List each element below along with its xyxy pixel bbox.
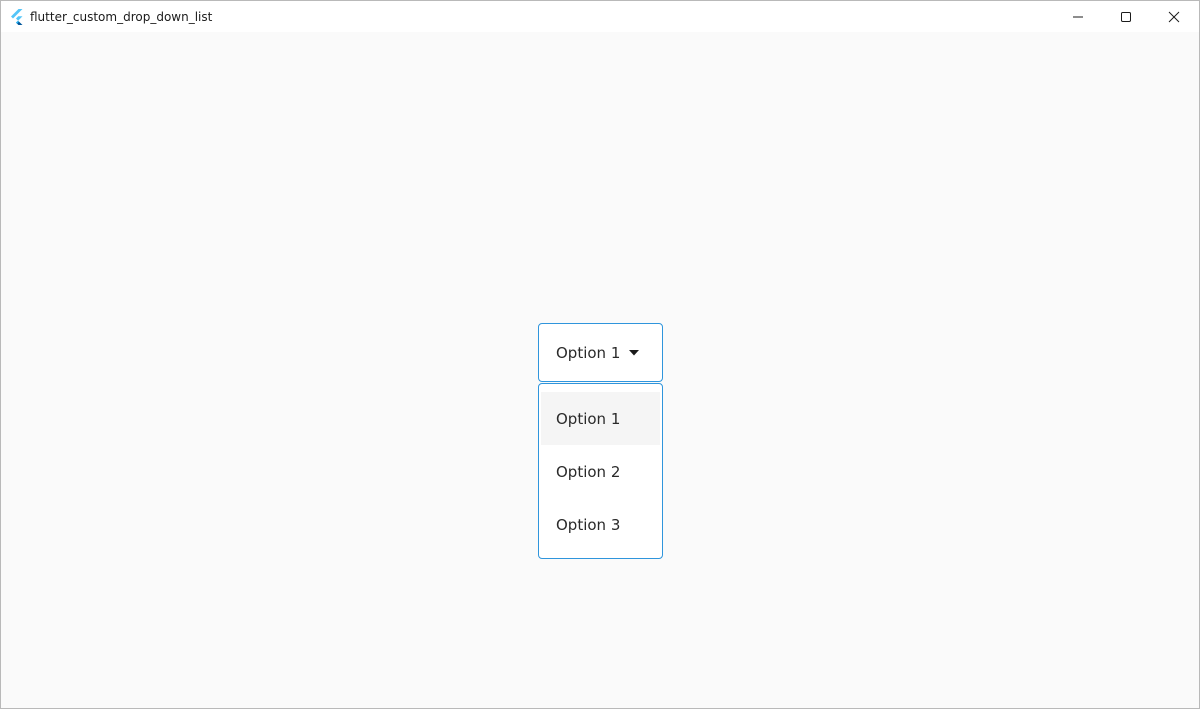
dropdown-option-label: Option 3 — [556, 516, 621, 534]
title-bar[interactable]: flutter_custom_drop_down_list — [1, 1, 1199, 32]
maximize-button[interactable] — [1103, 1, 1149, 32]
dropdown-option-1[interactable]: Option 1 — [541, 392, 660, 445]
dropdown-option-2[interactable]: Option 2 — [541, 445, 660, 498]
app-window: flutter_custom_drop_down_list Option 1 O… — [0, 0, 1200, 709]
dropdown-option-label: Option 2 — [556, 463, 621, 481]
close-icon — [1168, 11, 1180, 22]
flutter-logo-icon — [11, 9, 23, 25]
dropdown-option-label: Option 1 — [556, 410, 621, 428]
close-button[interactable] — [1151, 1, 1197, 32]
caret-down-icon — [629, 350, 639, 356]
minimize-button[interactable] — [1055, 1, 1101, 32]
dropdown-option-3[interactable]: Option 3 — [541, 498, 660, 551]
maximize-icon — [1121, 11, 1131, 22]
minimize-icon — [1073, 16, 1083, 17]
dropdown-selected-label: Option 1 — [556, 344, 621, 362]
app-content: Option 1 Option 1 Option 2 Option 3 — [1, 32, 1199, 708]
dropdown-button[interactable]: Option 1 — [538, 323, 663, 382]
dropdown-menu: Option 1 Option 2 Option 3 — [538, 383, 663, 559]
window-title: flutter_custom_drop_down_list — [30, 10, 213, 24]
